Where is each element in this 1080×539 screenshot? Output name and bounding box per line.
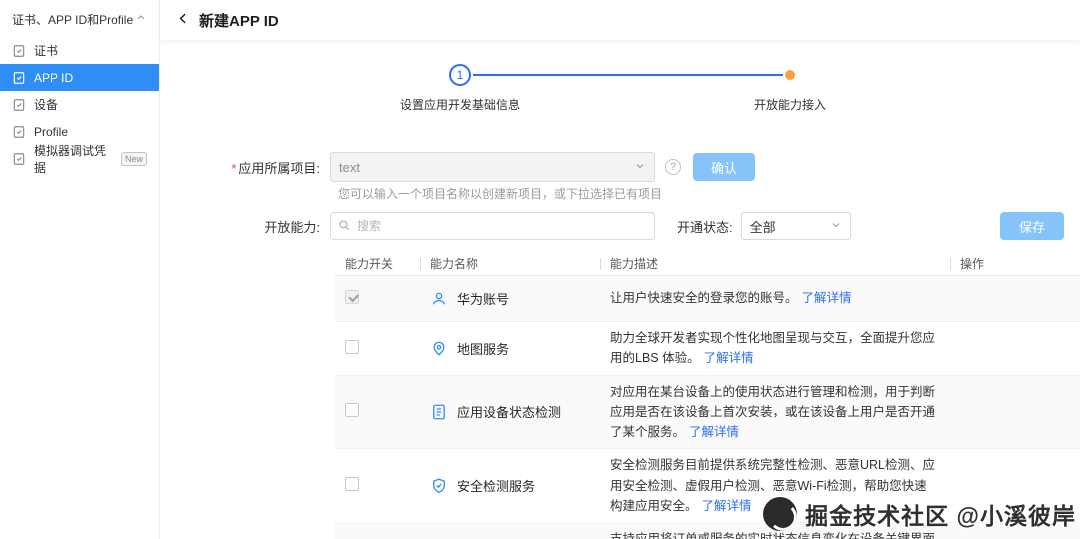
- help-icon[interactable]: [665, 159, 681, 175]
- capability-name: 应用设备状态检测: [457, 402, 561, 421]
- project-select-value: text: [339, 160, 360, 175]
- sidebar: 证书、APP ID和Profile 证书 APP ID 设备: [0, 0, 160, 539]
- stepper: 1 设置应用开发基础信息 开放能力接入: [160, 64, 1080, 126]
- chevron-up-icon: [135, 12, 147, 27]
- project-help-text: 您可以输入一个项目名称以创建新项目，或下拉选择已有项目: [338, 185, 1080, 202]
- column-header-switch: 能力开关: [335, 255, 420, 272]
- table-row: 地图服务 助力全球开发者实现个性化地图呈现与交互，全面提升您应用的LBS 体验。…: [335, 322, 1080, 376]
- sidebar-item-label: Profile: [34, 125, 68, 139]
- sidebar-item-simulator-credentials[interactable]: 模拟器调试凭据 New: [0, 145, 159, 172]
- table-row: 安全检测服务 安全检测服务目前提供系统完整性检测、恶意URL检测、应用安全检测、…: [335, 449, 1080, 523]
- table-header: 能力开关 能力名称 能力描述 操作: [335, 252, 1080, 276]
- sidebar-item-appid[interactable]: APP ID: [0, 64, 159, 91]
- required-mark: *: [231, 161, 236, 176]
- step-2-indicator: [783, 68, 797, 82]
- capability-search: [330, 212, 655, 240]
- simulator-icon: [12, 152, 26, 166]
- learn-more-link[interactable]: 了解详情: [802, 291, 852, 305]
- status-label: 开通状态:: [677, 217, 733, 236]
- capability-checkbox[interactable]: [345, 477, 359, 491]
- capability-name: 地图服务: [457, 339, 509, 358]
- device-status-icon: [430, 403, 448, 421]
- sidebar-item-label: 设备: [34, 96, 58, 113]
- sidebar-item-device[interactable]: 设备: [0, 91, 159, 118]
- shield-icon: [430, 477, 448, 495]
- device-icon: [12, 98, 26, 112]
- certificate-icon: [12, 44, 26, 58]
- capability-desc: 对应用在某台设备上的使用状态进行管理和检测，用于判断应用是否在该设备上首次安装，…: [610, 385, 935, 440]
- capability-table: 能力开关 能力名称 能力描述 操作 华为账号 让用户快: [335, 252, 1080, 539]
- sidebar-title-label: 证书、APP ID和Profile: [12, 11, 133, 28]
- content: 1 设置应用开发基础信息 开放能力接入 *应用所属项目: text 确认: [160, 40, 1080, 539]
- step-connector-line: [473, 74, 783, 76]
- sidebar-item-certificate[interactable]: 证书: [0, 37, 159, 64]
- sidebar-item-label: APP ID: [34, 71, 73, 85]
- capability-desc: 安全检测服务目前提供系统完整性检测、恶意URL检测、应用安全检测、虚假用户检测、…: [610, 458, 935, 513]
- project-label: *应用所属项目:: [160, 158, 330, 177]
- back-icon[interactable]: [176, 11, 191, 29]
- sidebar-section-title[interactable]: 证书、APP ID和Profile: [0, 0, 159, 37]
- column-header-name: 能力名称: [420, 255, 600, 272]
- step-1-label: 设置应用开发基础信息: [400, 96, 520, 113]
- capability-desc: 支持应用将订单或服务的实时状态信息变化在设备关键界面展示，并支持用户点击实况窗进…: [610, 532, 935, 539]
- user-icon: [430, 290, 448, 308]
- project-form-row: *应用所属项目: text 确认: [160, 152, 1080, 182]
- status-select[interactable]: 全部: [741, 212, 851, 240]
- capability-checkbox[interactable]: [345, 290, 359, 304]
- capability-checkbox[interactable]: [345, 340, 359, 354]
- capability-filter-row: 开放能力: 开通状态: 全部 保存: [160, 212, 1080, 240]
- step-2-label: 开放能力接入: [754, 96, 826, 113]
- capability-desc: 让用户快速安全的登录您的账号。: [610, 291, 798, 305]
- table-row: 应用设备状态检测 对应用在某台设备上的使用状态进行管理和检测，用于判断应用是否在…: [335, 376, 1080, 450]
- sidebar-item-label: 证书: [34, 42, 58, 59]
- status-select-value: 全部: [750, 217, 776, 236]
- new-badge: New: [121, 152, 147, 166]
- learn-more-link[interactable]: 了解详情: [704, 351, 754, 365]
- table-row: 华为账号 让用户快速安全的登录您的账号。了解详情: [335, 276, 1080, 322]
- sidebar-item-label: 模拟器调试凭据: [34, 142, 113, 176]
- capability-checkbox[interactable]: [345, 403, 359, 417]
- map-pin-icon: [430, 339, 448, 357]
- capability-name: 华为账号: [457, 289, 509, 308]
- save-button[interactable]: 保存: [1000, 212, 1064, 240]
- main-area: 新建APP ID 1 设置应用开发基础信息 开放能力接入 *应用所属项目: te…: [160, 0, 1080, 539]
- column-header-desc: 能力描述: [600, 255, 950, 272]
- appid-icon: [12, 71, 26, 85]
- project-select[interactable]: text: [330, 152, 655, 182]
- table-row: 实况窗服务 支持应用将订单或服务的实时状态信息变化在设备关键界面展示，并支持用户…: [335, 523, 1080, 539]
- column-header-operation: 操作: [950, 255, 1080, 272]
- learn-more-link[interactable]: 了解详情: [689, 425, 739, 439]
- chevron-down-icon: [830, 219, 842, 234]
- step-1-indicator: 1: [449, 64, 471, 86]
- search-input[interactable]: [330, 212, 655, 240]
- capability-desc: 助力全球开发者实现个性化地图呈现与交互，全面提升您应用的LBS 体验。: [610, 331, 935, 365]
- app-window: 证书、APP ID和Profile 证书 APP ID 设备: [0, 0, 1080, 539]
- learn-more-link[interactable]: 了解详情: [702, 499, 752, 513]
- table-body: 华为账号 让用户快速安全的登录您的账号。了解详情 地图服务: [335, 276, 1080, 539]
- capability-name: 安全检测服务: [457, 476, 535, 495]
- confirm-button[interactable]: 确认: [693, 153, 755, 181]
- page-title: 新建APP ID: [199, 10, 279, 31]
- page-header: 新建APP ID: [160, 0, 1080, 40]
- search-icon: [337, 218, 351, 235]
- chevron-down-icon: [634, 160, 646, 175]
- profile-icon: [12, 125, 26, 139]
- capability-label: 开放能力:: [160, 217, 330, 236]
